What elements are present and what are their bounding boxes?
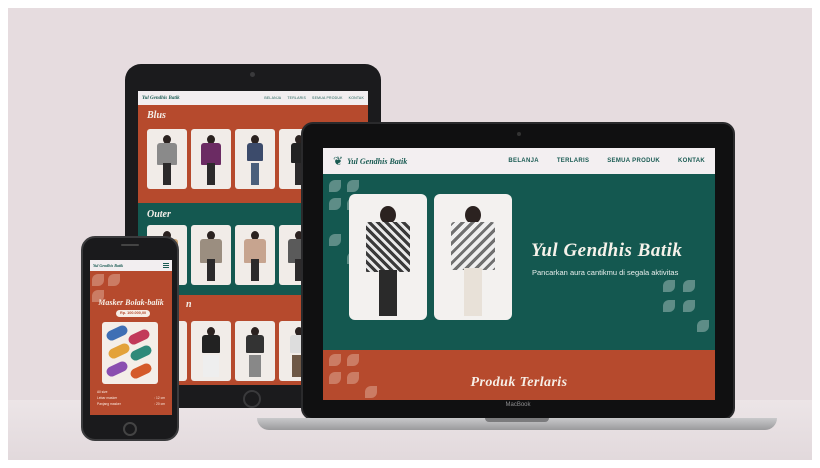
batik-pattern-right: [653, 270, 713, 350]
site-logo[interactable]: Yul Gendhis Batik: [347, 157, 407, 166]
product-card[interactable]: [191, 225, 231, 285]
nav-kontak[interactable]: KONTAK: [678, 158, 705, 164]
phone-logo[interactable]: Yul Gendhis Batik: [93, 263, 123, 268]
spec-value: : 12 cm: [154, 396, 165, 400]
nav-semua-produk[interactable]: SEMUA PRODUK: [607, 158, 660, 164]
product-image[interactable]: [102, 322, 158, 384]
device-mockup-scene: Yul Gendhis Batik BELANJA TERLARIS SEMUA…: [8, 8, 812, 460]
phone-navbar: Yul Gendhis Batik: [90, 260, 172, 271]
tablet-logo[interactable]: Yul Gendhis Batik: [142, 96, 180, 101]
laptop-lid: ❦ Yul Gendhis Batik BELANJA TERLARIS SEM…: [301, 122, 735, 420]
laptop-base: [257, 418, 777, 430]
product-card[interactable]: [235, 129, 275, 189]
spec-row: Lebar masker : 12 cm: [97, 396, 165, 400]
spec-label: Panjang masker: [97, 402, 121, 406]
phone-home-button[interactable]: [123, 422, 137, 436]
spec-value: : 20 cm: [154, 402, 165, 406]
tablet-product-row: [147, 129, 319, 189]
hero-title: Yul Gendhis Batik: [531, 240, 683, 261]
tablet-home-button[interactable]: [243, 390, 261, 408]
phone-speaker: [121, 244, 139, 246]
nav-terlaris[interactable]: TERLARIS: [557, 158, 589, 164]
hamburger-menu-icon[interactable]: [163, 263, 169, 268]
bestseller-title: Produk Terlaris: [470, 375, 568, 390]
batik-flower-icon[interactable]: ❦: [333, 154, 343, 168]
hero-product-image[interactable]: [434, 194, 512, 320]
laptop-brand-label: MacBook: [505, 402, 531, 408]
tablet-section-title: n: [186, 299, 192, 310]
tablet-nav-kontak[interactable]: KONTAK: [349, 96, 364, 100]
spec-row: Panjang masker : 20 cm: [97, 402, 165, 406]
product-card[interactable]: [235, 225, 275, 285]
site-navbar: ❦ Yul Gendhis Batik BELANJA TERLARIS SEM…: [323, 148, 715, 174]
phone-device: Yul Gendhis Batik Masker Bolak-balik Rp.…: [81, 236, 179, 441]
product-card[interactable]: [235, 321, 275, 381]
phone-screen: Yul Gendhis Batik Masker Bolak-balik Rp.…: [90, 260, 172, 415]
product-card[interactable]: [191, 321, 231, 381]
hero-product-image[interactable]: [349, 194, 427, 320]
tablet-camera: [250, 72, 255, 77]
product-card[interactable]: [191, 129, 231, 189]
product-title: Masker Bolak-balik: [98, 298, 164, 307]
product-price: Rp. 100.000,00: [116, 310, 151, 317]
tablet-section-title: Blus: [147, 110, 166, 121]
laptop-device: ❦ Yul Gendhis Batik BELANJA TERLARIS SEM…: [257, 122, 777, 430]
tablet-navbar: Yul Gendhis Batik BELANJA TERLARIS SEMUA…: [138, 91, 368, 105]
hero-tagline: Pancarkan aura cantikmu di segala aktivi…: [532, 268, 679, 277]
spec-label: All size: [97, 390, 108, 394]
spec-row: All size: [97, 390, 165, 394]
product-card[interactable]: [147, 129, 187, 189]
tablet-nav-belanja[interactable]: BELANJA: [264, 96, 281, 100]
tablet-nav-semua-produk[interactable]: SEMUA PRODUK: [312, 96, 343, 100]
spec-label: Lebar masker: [97, 396, 118, 400]
laptop-camera: [517, 132, 521, 136]
nav-belanja[interactable]: BELANJA: [508, 158, 538, 164]
tablet-section-title: Outer: [147, 209, 171, 220]
hero-banner: Yul Gendhis Batik Pancarkan aura cantikm…: [323, 174, 715, 350]
laptop-screen: ❦ Yul Gendhis Batik BELANJA TERLARIS SEM…: [323, 148, 715, 400]
tablet-nav-terlaris[interactable]: TERLARIS: [287, 96, 306, 100]
